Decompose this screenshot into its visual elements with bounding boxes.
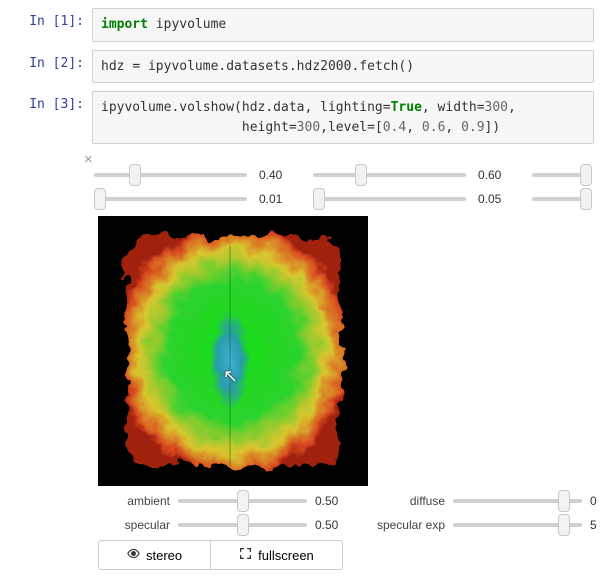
diffuse-label: diffuse bbox=[367, 494, 445, 508]
widget-output: × 0.40 0.60 0.01 bbox=[84, 152, 594, 570]
level-sliders: 0.40 0.60 0.01 0.05 bbox=[92, 168, 594, 206]
code-editor-2[interactable]: hdz = ipyvolume.datasets.hdz2000.fetch() bbox=[92, 50, 594, 84]
fullscreen-icon bbox=[239, 547, 252, 563]
fullscreen-button-label: fullscreen bbox=[258, 548, 314, 563]
diffuse-slider[interactable] bbox=[453, 499, 582, 503]
lighting-row-1: ambient 0.50 diffuse 0 bbox=[92, 494, 594, 508]
opacity-slider-2[interactable] bbox=[313, 197, 466, 201]
ambient-slider[interactable] bbox=[178, 499, 307, 503]
view-buttons: stereo fullscreen bbox=[98, 540, 594, 570]
level-readout-1: 0.40 bbox=[259, 168, 303, 182]
lighting-row-2: specular 0.50 specular exp 5 bbox=[92, 518, 594, 532]
opacity-slider-3[interactable] bbox=[532, 197, 592, 201]
code-editor-1[interactable]: import ipyvolume bbox=[92, 8, 594, 42]
close-icon[interactable]: × bbox=[84, 152, 93, 167]
specular-slider[interactable] bbox=[178, 523, 307, 527]
specular-label: specular bbox=[92, 518, 170, 532]
diffuse-readout: 0 bbox=[590, 494, 600, 508]
lighting-sliders: ambient 0.50 diffuse 0 specular 0.50 sp bbox=[92, 494, 594, 532]
code-cell-3: In [3]: ipyvolume.volshow(hdz.data, ligh… bbox=[6, 91, 594, 144]
level-slider-3[interactable] bbox=[532, 173, 592, 177]
specular-exp-readout: 5 bbox=[590, 518, 600, 532]
widget-close-row: × bbox=[92, 156, 594, 166]
specular-exp-label: specular exp bbox=[367, 518, 445, 532]
specular-exp-slider[interactable] bbox=[453, 523, 582, 527]
opacity-readout-2: 0.05 bbox=[478, 192, 522, 206]
input-prompt-2: In [2]: bbox=[6, 50, 92, 71]
input-prompt-1: In [1]: bbox=[6, 8, 92, 29]
ambient-readout: 0.50 bbox=[315, 494, 359, 508]
stereo-button-label: stereo bbox=[146, 548, 182, 563]
eye-icon bbox=[127, 547, 140, 563]
stereo-button[interactable]: stereo bbox=[98, 540, 211, 570]
ambient-label: ambient bbox=[92, 494, 170, 508]
code-cell-1: In [1]: import ipyvolume bbox=[6, 8, 594, 42]
volume-canvas[interactable]: ↖ bbox=[98, 216, 368, 486]
code-cell-2: In [2]: hdz = ipyvolume.datasets.hdz2000… bbox=[6, 50, 594, 84]
opacity-readout-1: 0.01 bbox=[259, 192, 303, 206]
level-sliders-row-2: 0.01 0.05 bbox=[92, 192, 594, 206]
opacity-slider-1[interactable] bbox=[94, 197, 247, 201]
notebook-area: In [1]: import ipyvolume In [2]: hdz = i… bbox=[0, 0, 600, 570]
fullscreen-button[interactable]: fullscreen bbox=[210, 540, 343, 570]
volume-render-image bbox=[98, 216, 368, 486]
specular-readout: 0.50 bbox=[315, 518, 359, 532]
level-readout-2: 0.60 bbox=[478, 168, 522, 182]
level-sliders-row-1: 0.40 0.60 bbox=[92, 168, 594, 182]
input-prompt-3: In [3]: bbox=[6, 91, 92, 112]
level-slider-2[interactable] bbox=[313, 173, 466, 177]
code-editor-3[interactable]: ipyvolume.volshow(hdz.data, lighting=Tru… bbox=[92, 91, 594, 144]
level-slider-1[interactable] bbox=[94, 173, 247, 177]
